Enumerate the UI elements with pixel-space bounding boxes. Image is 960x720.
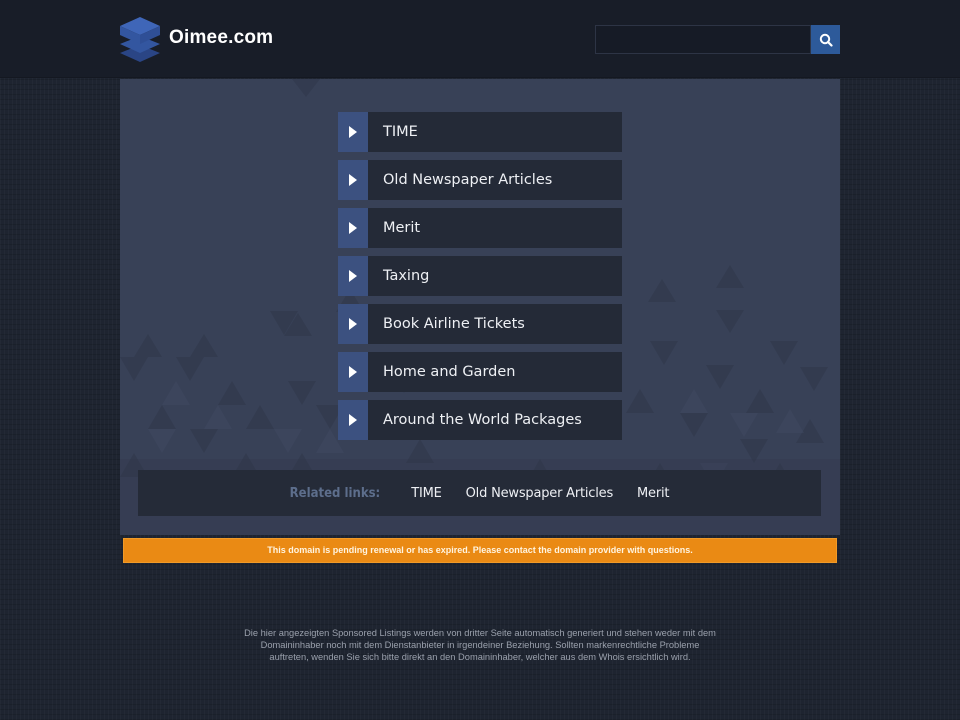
link-item-home-and-garden[interactable]: Home and Garden bbox=[338, 352, 622, 392]
link-item-around-the-world-packages[interactable]: Around the World Packages bbox=[338, 400, 622, 440]
play-arrow-icon bbox=[338, 400, 368, 440]
link-item-time[interactable]: TIME bbox=[338, 112, 622, 152]
search-icon bbox=[819, 33, 833, 47]
link-list: TIME Old Newspaper Articles Merit Taxing… bbox=[338, 112, 622, 448]
search-input[interactable] bbox=[595, 25, 811, 54]
header: Oimee.com bbox=[0, 0, 960, 78]
link-label: Merit bbox=[383, 220, 421, 236]
link-label: Home and Garden bbox=[383, 364, 516, 380]
play-arrow-icon bbox=[338, 208, 368, 248]
related-link-merit[interactable]: Merit bbox=[637, 486, 669, 501]
related-links-title: Related links: bbox=[289, 485, 381, 501]
link-item-old-newspaper-articles[interactable]: Old Newspaper Articles bbox=[338, 160, 622, 200]
stacked-layers-icon[interactable] bbox=[119, 15, 161, 63]
play-arrow-icon bbox=[338, 112, 368, 152]
link-label: TIME bbox=[383, 124, 418, 140]
play-arrow-icon bbox=[338, 160, 368, 200]
related-link-old-newspaper-articles[interactable]: Old Newspaper Articles bbox=[466, 486, 614, 501]
link-item-book-airline-tickets[interactable]: Book Airline Tickets bbox=[338, 304, 622, 344]
disclaimer-text: Die hier angezeigten Sponsored Listings … bbox=[244, 628, 716, 662]
link-label: Old Newspaper Articles bbox=[383, 172, 553, 188]
related-link-time[interactable]: TIME bbox=[411, 486, 442, 501]
search-form bbox=[595, 25, 840, 54]
play-arrow-icon bbox=[338, 304, 368, 344]
site-name[interactable]: Oimee.com bbox=[169, 27, 273, 49]
domain-expired-alert: This domain is pending renewal or has ex… bbox=[123, 538, 837, 563]
play-arrow-icon bbox=[338, 256, 368, 296]
related-links-bar: Related links: TIME Old Newspaper Articl… bbox=[138, 470, 821, 516]
main-panel: TIME Old Newspaper Articles Merit Taxing… bbox=[120, 79, 840, 535]
search-button[interactable] bbox=[811, 25, 840, 54]
link-item-merit[interactable]: Merit bbox=[338, 208, 622, 248]
link-label: Taxing bbox=[383, 268, 430, 284]
link-label: Book Airline Tickets bbox=[383, 316, 525, 332]
play-arrow-icon bbox=[338, 352, 368, 392]
link-item-taxing[interactable]: Taxing bbox=[338, 256, 622, 296]
link-label: Around the World Packages bbox=[383, 412, 582, 428]
